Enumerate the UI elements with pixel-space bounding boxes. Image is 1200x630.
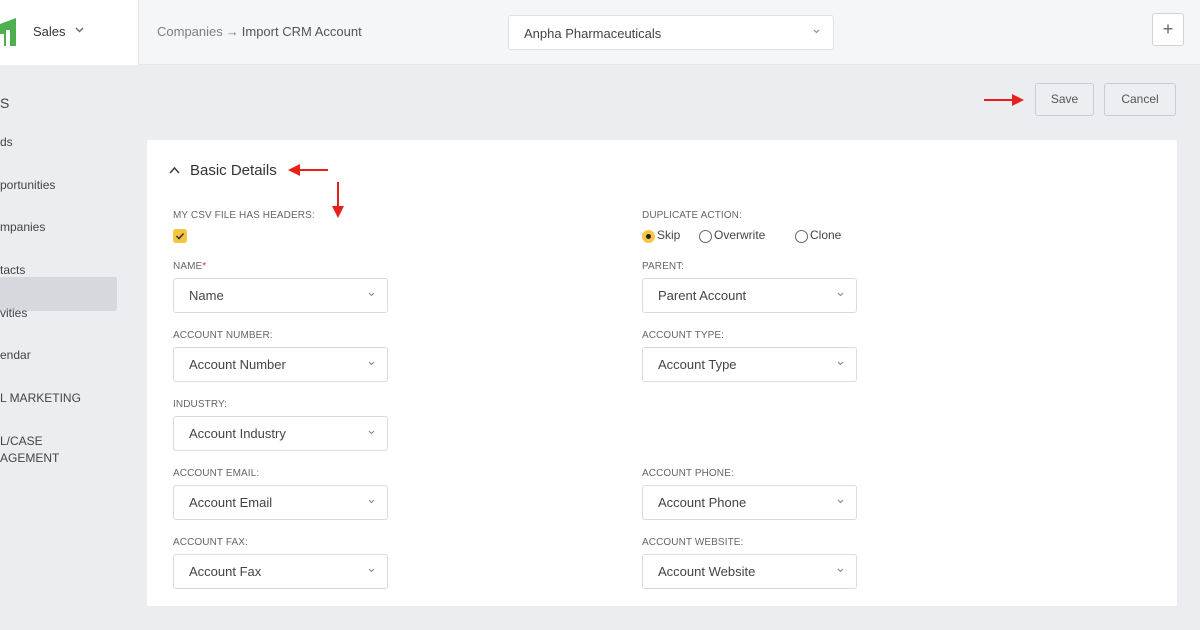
- account-fax-select[interactable]: Account Fax: [173, 554, 388, 589]
- account-phone-label: ACCOUNT PHONE:: [642, 468, 734, 479]
- name-select[interactable]: Name: [173, 278, 388, 313]
- name-select-value: Name: [189, 288, 224, 303]
- chevron-down-icon: [368, 292, 375, 297]
- breadcrumb: Companies → Import CRM Account: [157, 24, 362, 39]
- account-phone-select-value: Account Phone: [658, 495, 747, 510]
- sidebar-item-leads[interactable]: ds: [0, 135, 13, 149]
- account-website-label: ACCOUNT WEBSITE:: [642, 537, 744, 548]
- account-website-select[interactable]: Account Website: [642, 554, 857, 589]
- chevron-down-icon: [368, 568, 375, 573]
- account-email-select-value: Account Email: [189, 495, 273, 510]
- chevron-down-icon: [837, 499, 844, 504]
- account-fax-label: ACCOUNT FAX:: [173, 537, 248, 548]
- account-email-select[interactable]: Account Email: [173, 485, 388, 520]
- radio-overwrite-label: Overwrite: [714, 228, 766, 242]
- company-select[interactable]: Anpha Pharmaceuticals: [508, 15, 834, 50]
- sidebar-item-contacts[interactable]: tacts: [0, 263, 25, 277]
- annotation-arrow-section: [288, 164, 328, 176]
- duplicate-action-label: DUPLICATE ACTION:: [642, 210, 742, 221]
- cancel-button[interactable]: Cancel: [1104, 83, 1176, 116]
- sidebar-section-title: S: [0, 95, 10, 111]
- app-switcher[interactable]: Sales: [0, 0, 139, 65]
- radio-unselected-icon: [795, 230, 808, 243]
- plus-icon: +: [1162, 19, 1174, 39]
- account-type-select[interactable]: Account Type: [642, 347, 857, 382]
- account-type-label: ACCOUNT TYPE:: [642, 330, 725, 341]
- radio-selected-icon: [642, 230, 655, 243]
- add-button[interactable]: +: [1152, 13, 1184, 46]
- check-icon: [175, 232, 185, 240]
- chevron-down-icon: [75, 27, 84, 33]
- section-title: Basic Details: [190, 162, 277, 179]
- basic-details-panel: Basic Details MY CSV FILE HAS HEADERS: D…: [147, 140, 1177, 606]
- sidebar-item-calendar[interactable]: endar: [0, 348, 31, 362]
- account-fax-select-value: Account Fax: [189, 564, 262, 579]
- csv-headers-checkbox[interactable]: [173, 229, 187, 243]
- industry-select[interactable]: Account Industry: [173, 416, 388, 451]
- name-label: NAME*: [173, 261, 206, 272]
- sidebar-item-case-management-line2[interactable]: AGEMENT: [0, 451, 59, 465]
- account-website-select-value: Account Website: [658, 564, 756, 579]
- sidebar-item-email-marketing[interactable]: L MARKETING: [0, 391, 81, 405]
- account-number-select[interactable]: Account Number: [173, 347, 388, 382]
- chevron-up-icon: [169, 166, 180, 174]
- annotation-arrow-checkbox: [332, 182, 344, 218]
- parent-select-value: Parent Account: [658, 288, 747, 303]
- breadcrumb-companies[interactable]: Companies: [157, 24, 223, 39]
- chevron-down-icon: [837, 568, 844, 573]
- sidebar-item-opportunities[interactable]: portunities: [0, 178, 55, 192]
- parent-label: PARENT:: [642, 261, 685, 272]
- industry-select-value: Account Industry: [189, 426, 286, 441]
- app-logo-icon: [0, 18, 16, 46]
- chevron-down-icon: [837, 292, 844, 297]
- annotation-arrow-save: [984, 94, 1024, 106]
- chevron-down-icon: [368, 430, 375, 435]
- sidebar: S ds portunities mpanies tacts vities en…: [0, 66, 139, 630]
- breadcrumb-separator: →: [225, 24, 239, 39]
- radio-skip-label: Skip: [657, 228, 681, 242]
- industry-label: INDUSTRY:: [173, 399, 228, 410]
- parent-select[interactable]: Parent Account: [642, 278, 857, 313]
- csv-headers-label: MY CSV FILE HAS HEADERS:: [173, 210, 315, 221]
- sidebar-item-companies[interactable]: mpanies: [0, 220, 45, 234]
- chevron-down-icon: [813, 29, 820, 34]
- chevron-down-icon: [837, 361, 844, 366]
- required-mark: *: [202, 261, 207, 272]
- radio-unselected-icon: [699, 230, 712, 243]
- top-bar: Sales Companies → Import CRM Account Anpha…: [0, 0, 1200, 65]
- save-button[interactable]: Save: [1035, 83, 1094, 116]
- account-number-select-value: Account Number: [189, 357, 286, 372]
- chevron-down-icon: [368, 361, 375, 366]
- chevron-down-icon: [368, 499, 375, 504]
- account-email-label: ACCOUNT EMAIL:: [173, 468, 260, 479]
- sidebar-item-activities[interactable]: vities: [0, 306, 27, 320]
- name-label-text: NAME: [173, 261, 203, 272]
- breadcrumb-current: Import CRM Account: [241, 24, 362, 39]
- sidebar-item-case-management-line1[interactable]: L/CASE: [0, 434, 43, 448]
- company-select-value: Anpha Pharmaceuticals: [524, 26, 662, 41]
- app-name: Sales: [33, 24, 66, 39]
- account-type-select-value: Account Type: [658, 357, 737, 372]
- account-phone-select[interactable]: Account Phone: [642, 485, 857, 520]
- account-number-label: ACCOUNT NUMBER:: [173, 330, 273, 341]
- radio-clone-label: Clone: [810, 228, 842, 242]
